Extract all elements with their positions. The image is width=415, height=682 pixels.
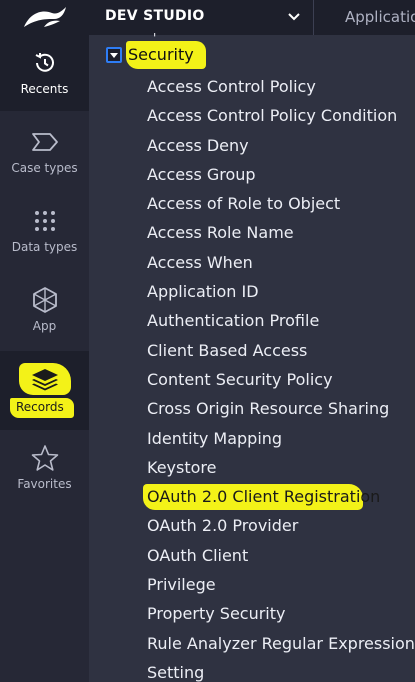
application-menu[interactable]: Applicatio <box>345 8 415 26</box>
logo-icon <box>24 7 66 27</box>
chevron-down-icon[interactable] <box>286 9 302 25</box>
tree-item[interactable]: Cross Origin Resource Sharing <box>147 394 415 423</box>
rail-label-data-types: Data types <box>11 240 78 254</box>
tree-item[interactable]: OAuth Client <box>147 541 415 570</box>
tree-item[interactable]: OAuth 2.0 Provider <box>147 511 415 540</box>
rail-item-records[interactable]: Records <box>0 351 89 430</box>
cube-icon <box>32 287 57 313</box>
tree-item[interactable]: Privilege <box>147 570 415 599</box>
tree-item[interactable]: Authentication Profile <box>147 306 415 335</box>
rail-label-records: Records <box>10 398 74 418</box>
tree-item[interactable]: Property Security <box>147 599 415 628</box>
tree-item[interactable]: Access Deny <box>147 131 415 160</box>
history-icon <box>35 53 54 72</box>
rail-item-app[interactable]: App <box>0 272 89 351</box>
data-types-icon <box>34 211 55 231</box>
expand-toggle-icon[interactable] <box>106 47 122 63</box>
tree-item[interactable]: Access Role Name <box>147 218 415 247</box>
category-label-security: Security <box>128 45 194 64</box>
tree-item[interactable]: Identity Mapping <box>147 424 415 453</box>
tree-item[interactable]: Application ID <box>147 277 415 306</box>
case-types-icon <box>31 133 58 151</box>
rail-item-data-types[interactable]: Data types <box>0 193 89 272</box>
scrolled-row-remnant: ' <box>153 31 157 45</box>
tree-item[interactable]: Access Group <box>147 160 415 189</box>
rail-label-case-types: Case types <box>11 161 78 175</box>
rail-label-recents: Recents <box>20 82 69 96</box>
top-bar: DEV STUDIO Applicatio <box>89 0 415 35</box>
rail-label-favorites: Favorites <box>17 477 72 491</box>
rail-item-case-types[interactable]: Case types <box>0 114 89 193</box>
layers-icon <box>31 369 58 391</box>
tree-item[interactable]: Access Control Policy Condition <box>147 101 415 130</box>
records-icon-highlight <box>18 363 71 395</box>
rail-item-recents[interactable]: Recents <box>0 35 89 111</box>
records-explorer-panel: ' Security Access Control Policy Access … <box>89 31 415 682</box>
tree-item[interactable]: Keystore <box>147 453 415 482</box>
rail-item-favorites[interactable]: Favorites <box>0 430 89 509</box>
tree-item[interactable]: Client Based Access <box>147 336 415 365</box>
tree-item[interactable]: Access Control Policy <box>147 72 415 101</box>
tree-item[interactable]: Setting <box>147 658 415 682</box>
studio-switcher-label[interactable]: DEV STUDIO <box>105 8 205 24</box>
rail-label-app: App <box>32 319 57 333</box>
dev-studio-window: Recents Case types Data types App Record… <box>0 0 415 682</box>
pega-logo[interactable] <box>0 0 89 35</box>
tree-item[interactable]: Content Security Policy <box>147 365 415 394</box>
left-nav-rail: Recents Case types Data types App Record… <box>0 0 89 682</box>
tree-item[interactable]: Access of Role to Object <box>147 189 415 218</box>
security-record-list: Access Control Policy Access Control Pol… <box>143 72 415 682</box>
tree-item[interactable]: Access When <box>147 248 415 277</box>
tree-item-highlighted[interactable]: OAuth 2.0 Client Registration <box>143 482 415 511</box>
topbar-divider <box>313 0 314 35</box>
tree-item[interactable]: Rule Analyzer Regular Expression <box>147 629 415 658</box>
star-icon <box>31 445 58 471</box>
